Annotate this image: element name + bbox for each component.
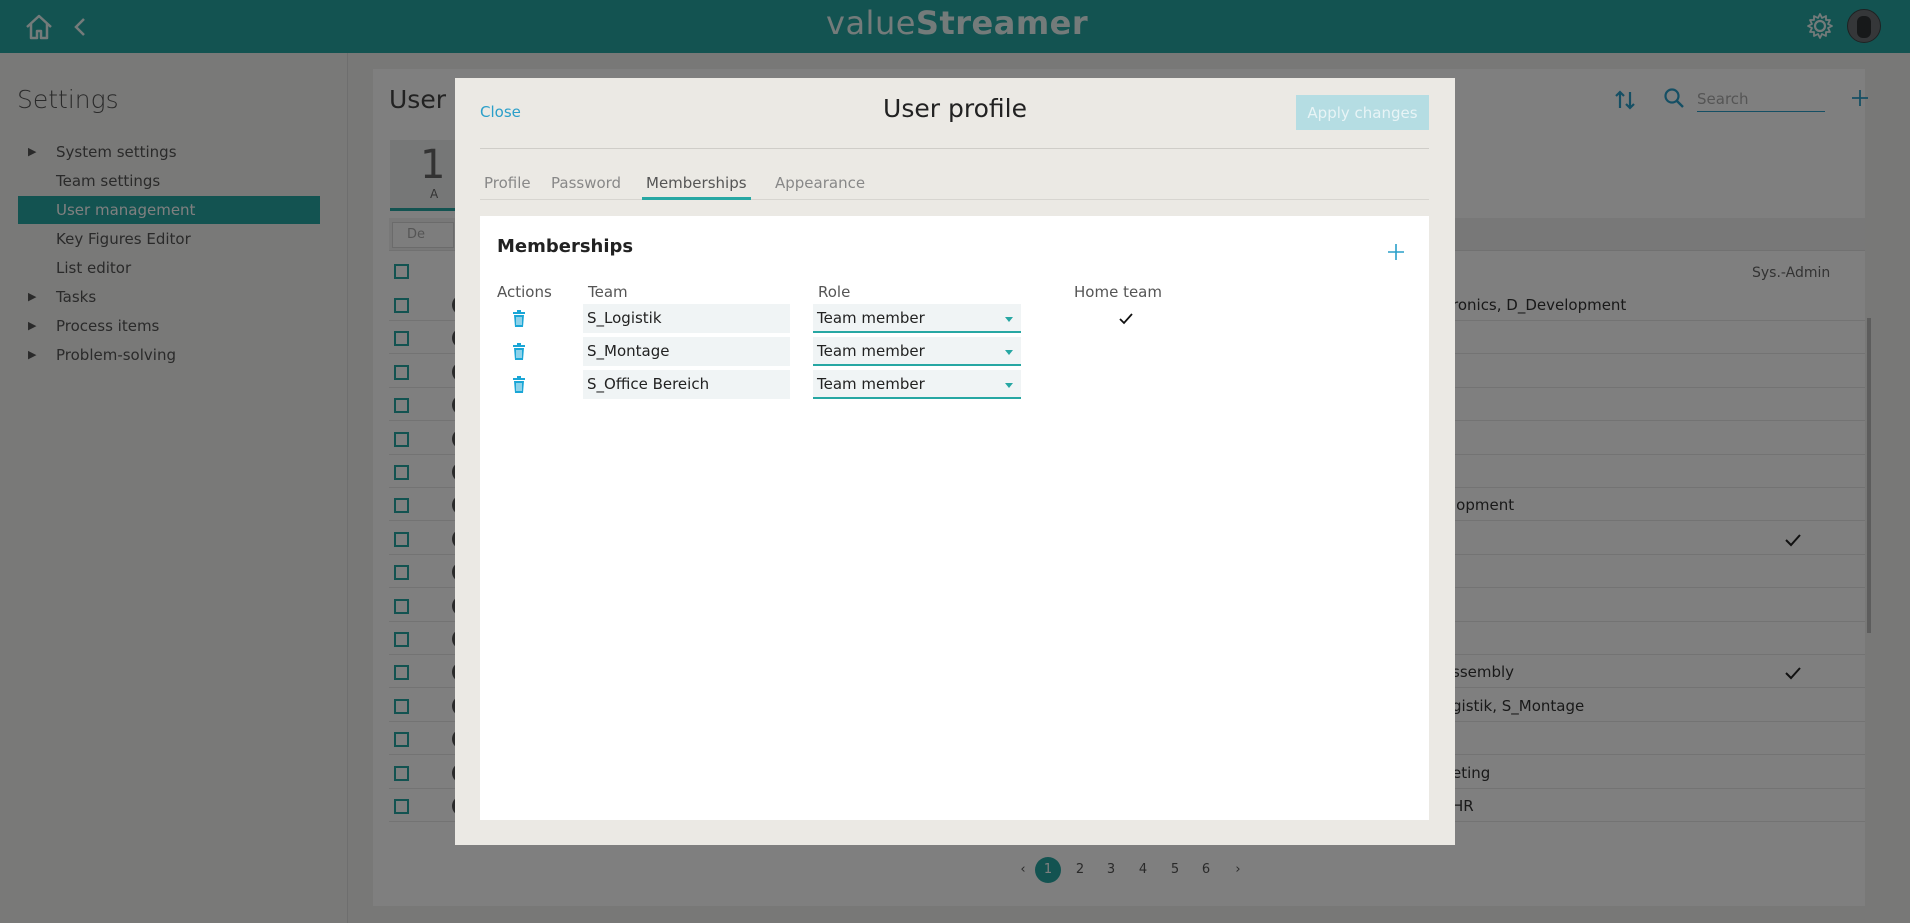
role-select-value: Team member	[817, 342, 925, 360]
team-field[interactable]: S_Logistik	[583, 304, 790, 333]
trash-icon[interactable]	[511, 310, 527, 328]
membership-row: S_Montage Team member	[480, 337, 1429, 367]
user-profile-dialog: Close User profile Apply changes Profile…	[455, 78, 1455, 845]
role-select[interactable]: Team member	[813, 370, 1021, 399]
column-header-team: Team	[588, 283, 628, 301]
tab-appearance[interactable]: Appearance	[771, 174, 869, 200]
home-team-check-icon[interactable]	[1118, 312, 1134, 326]
memberships-panel: Memberships Actions Team Role Home team …	[480, 216, 1429, 820]
apply-changes-button[interactable]: Apply changes	[1296, 95, 1429, 130]
membership-row: S_Logistik Team member	[480, 304, 1429, 334]
dropdown-arrow-icon	[1005, 350, 1013, 355]
column-header-role: Role	[818, 283, 851, 301]
membership-row: S_Office Bereich Team member	[480, 370, 1429, 400]
trash-icon[interactable]	[511, 343, 527, 361]
dropdown-arrow-icon	[1005, 317, 1013, 322]
divider	[480, 148, 1429, 149]
column-header-actions: Actions	[497, 283, 552, 301]
role-select[interactable]: Team member	[813, 304, 1021, 333]
tab-memberships[interactable]: Memberships	[642, 174, 751, 200]
role-select-value: Team member	[817, 375, 925, 393]
team-field[interactable]: S_Office Bereich	[583, 370, 790, 399]
add-membership-icon[interactable]	[1386, 242, 1406, 262]
dropdown-arrow-icon	[1005, 383, 1013, 388]
tab-profile[interactable]: Profile	[480, 174, 535, 200]
profile-tabs: Profile Password Memberships Appearance	[480, 174, 1429, 200]
role-select-value: Team member	[817, 309, 925, 327]
tab-password[interactable]: Password	[547, 174, 625, 200]
role-select[interactable]: Team member	[813, 337, 1021, 366]
trash-icon[interactable]	[511, 376, 527, 394]
app-root: valueStreamer Settings ▶System settings …	[0, 0, 1910, 923]
column-header-home-team: Home team	[1074, 283, 1162, 301]
team-field[interactable]: S_Montage	[583, 337, 790, 366]
panel-title: Memberships	[497, 236, 634, 257]
